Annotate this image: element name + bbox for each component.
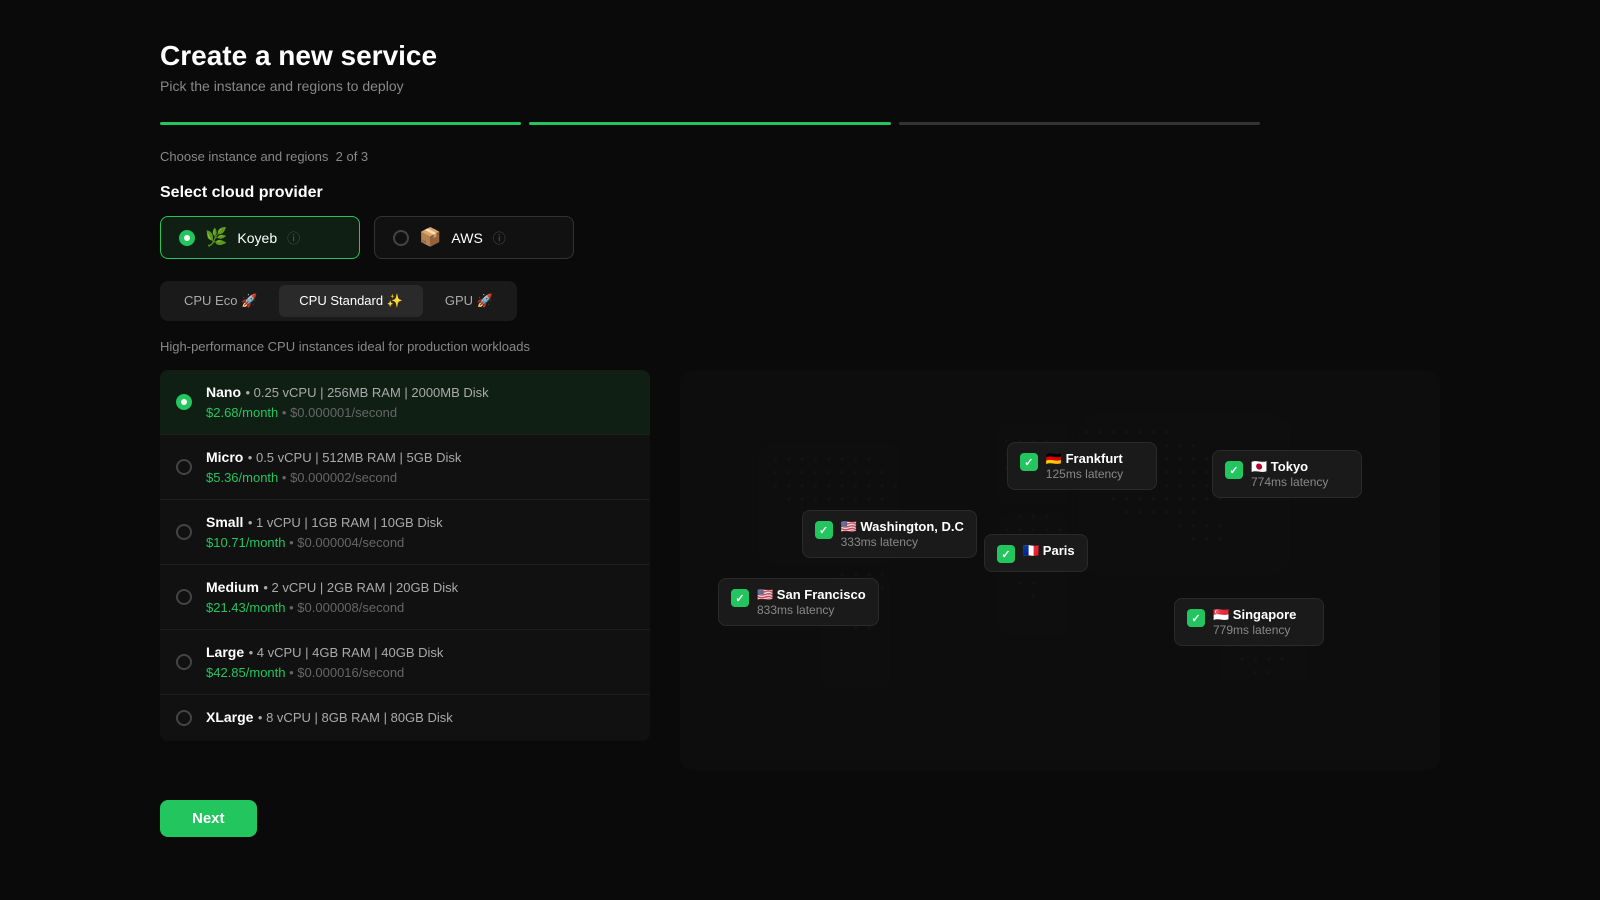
tab-gpu[interactable]: GPU 🚀 — [425, 285, 513, 317]
paris-checkbox — [997, 545, 1015, 563]
cloud-providers-list: 🌿 Koyeb ⓘ 📦 AWS ⓘ — [160, 216, 1440, 259]
instance-row-medium[interactable]: Medium • 2 vCPU | 2GB RAM | 20GB Disk $2… — [160, 565, 650, 630]
xlarge-radio — [176, 710, 192, 726]
small-price: $10.71/month • $0.000004/second — [206, 535, 634, 550]
koyeb-name: Koyeb — [237, 230, 277, 246]
progress-step-2 — [529, 122, 890, 125]
page-title: Create a new service — [160, 40, 1440, 72]
tab-cpu-eco[interactable]: CPU Eco 🚀 — [164, 285, 277, 317]
progress-step-1 — [160, 122, 521, 125]
paris-name: 🇫🇷 Paris — [1023, 543, 1075, 559]
aws-radio — [393, 230, 409, 246]
xlarge-specs: • 8 vCPU | 8GB RAM | 80GB Disk — [258, 710, 453, 725]
instance-row-xlarge[interactable]: XLarge • 8 vCPU | 8GB RAM | 80GB Disk — [160, 695, 650, 741]
nano-price: $2.68/month • $0.000001/second — [206, 405, 634, 420]
singapore-checkbox — [1187, 609, 1205, 627]
micro-specs: • 0.5 vCPU | 512MB RAM | 5GB Disk — [248, 450, 462, 465]
xlarge-info: XLarge • 8 vCPU | 8GB RAM | 80GB Disk — [206, 709, 634, 727]
micro-price: $5.36/month • $0.000002/second — [206, 470, 634, 485]
koyeb-icon: 🌿 — [205, 227, 227, 248]
small-info: Small • 1 vCPU | 1GB RAM | 10GB Disk $10… — [206, 514, 634, 550]
micro-radio — [176, 459, 192, 475]
tokyo-name: 🇯🇵 Tokyo — [1251, 459, 1328, 475]
tokyo-latency: 774ms latency — [1251, 475, 1328, 489]
washington-checkbox — [815, 521, 833, 539]
medium-specs: • 2 vCPU | 2GB RAM | 20GB Disk — [263, 580, 458, 595]
world-map-container: 🇺🇸 Washington, D.C 333ms latency 🇺🇸 San … — [680, 370, 1440, 770]
nano-name: Nano — [206, 384, 241, 400]
region-card-frankfurt[interactable]: 🇩🇪 Frankfurt 125ms latency — [1007, 442, 1157, 490]
nano-radio — [176, 394, 192, 410]
sanfrancisco-checkbox — [731, 589, 749, 607]
tokyo-checkbox — [1225, 461, 1243, 479]
instance-list: Nano • 0.25 vCPU | 256MB RAM | 2000MB Di… — [160, 370, 650, 770]
page-subtitle: Pick the instance and regions to deploy — [160, 78, 1440, 94]
washington-name: 🇺🇸 Washington, D.C — [841, 519, 964, 535]
instance-description: High-performance CPU instances ideal for… — [160, 339, 1440, 354]
cloud-provider-label: Select cloud provider — [160, 184, 1440, 202]
sanfrancisco-name: 🇺🇸 San Francisco — [757, 587, 866, 603]
koyeb-info-icon[interactable]: ⓘ — [287, 228, 300, 247]
aws-info-icon[interactable]: ⓘ — [493, 228, 506, 247]
provider-koyeb[interactable]: 🌿 Koyeb ⓘ — [160, 216, 360, 259]
region-card-paris[interactable]: 🇫🇷 Paris — [984, 534, 1088, 572]
washington-latency: 333ms latency — [841, 535, 964, 549]
small-name: Small — [206, 514, 243, 530]
micro-name: Micro — [206, 449, 243, 465]
progress-step-3 — [899, 122, 1260, 125]
medium-name: Medium — [206, 579, 259, 595]
progress-bar — [160, 122, 1260, 125]
frankfurt-latency: 125ms latency — [1046, 467, 1123, 481]
nano-info: Nano • 0.25 vCPU | 256MB RAM | 2000MB Di… — [206, 384, 634, 420]
nano-specs: • 0.25 vCPU | 256MB RAM | 2000MB Disk — [245, 385, 488, 400]
medium-price: $21.43/month • $0.000008/second — [206, 600, 634, 615]
region-card-sanfrancisco[interactable]: 🇺🇸 San Francisco 833ms latency — [718, 578, 879, 626]
region-card-singapore[interactable]: 🇸🇬 Singapore 779ms latency — [1174, 598, 1324, 646]
small-radio — [176, 524, 192, 540]
instance-row-nano[interactable]: Nano • 0.25 vCPU | 256MB RAM | 2000MB Di… — [160, 370, 650, 435]
medium-info: Medium • 2 vCPU | 2GB RAM | 20GB Disk $2… — [206, 579, 634, 615]
cloud-provider-section: Select cloud provider 🌿 Koyeb ⓘ 📦 AWS ⓘ — [160, 184, 1440, 259]
main-content: Nano • 0.25 vCPU | 256MB RAM | 2000MB Di… — [160, 370, 1440, 770]
next-button[interactable]: Next — [160, 800, 257, 837]
frankfurt-checkbox — [1020, 453, 1038, 471]
small-specs: • 1 vCPU | 1GB RAM | 10GB Disk — [248, 515, 443, 530]
instance-row-small[interactable]: Small • 1 vCPU | 1GB RAM | 10GB Disk $10… — [160, 500, 650, 565]
xlarge-name: XLarge — [206, 709, 253, 725]
tab-cpu-standard[interactable]: CPU Standard ✨ — [279, 285, 423, 317]
singapore-name: 🇸🇬 Singapore — [1213, 607, 1296, 623]
step-label: Choose instance and regions 2 of 3 — [160, 149, 1440, 164]
region-card-washington[interactable]: 🇺🇸 Washington, D.C 333ms latency — [802, 510, 977, 558]
micro-info: Micro • 0.5 vCPU | 512MB RAM | 5GB Disk … — [206, 449, 634, 485]
large-info: Large • 4 vCPU | 4GB RAM | 40GB Disk $42… — [206, 644, 634, 680]
sanfrancisco-latency: 833ms latency — [757, 603, 866, 617]
koyeb-radio — [179, 230, 195, 246]
frankfurt-name: 🇩🇪 Frankfurt — [1046, 451, 1123, 467]
singapore-latency: 779ms latency — [1213, 623, 1296, 637]
instance-row-micro[interactable]: Micro • 0.5 vCPU | 512MB RAM | 5GB Disk … — [160, 435, 650, 500]
instance-row-large[interactable]: Large • 4 vCPU | 4GB RAM | 40GB Disk $42… — [160, 630, 650, 695]
medium-radio — [176, 589, 192, 605]
large-radio — [176, 654, 192, 670]
region-card-tokyo[interactable]: 🇯🇵 Tokyo 774ms latency — [1212, 450, 1362, 498]
large-price: $42.85/month • $0.000016/second — [206, 665, 634, 680]
provider-aws[interactable]: 📦 AWS ⓘ — [374, 216, 574, 259]
instance-type-tabs: CPU Eco 🚀 CPU Standard ✨ GPU 🚀 — [160, 281, 517, 321]
aws-icon: 📦 — [419, 227, 441, 248]
large-specs: • 4 vCPU | 4GB RAM | 40GB Disk — [249, 645, 444, 660]
large-name: Large — [206, 644, 244, 660]
aws-name: AWS — [451, 230, 482, 246]
